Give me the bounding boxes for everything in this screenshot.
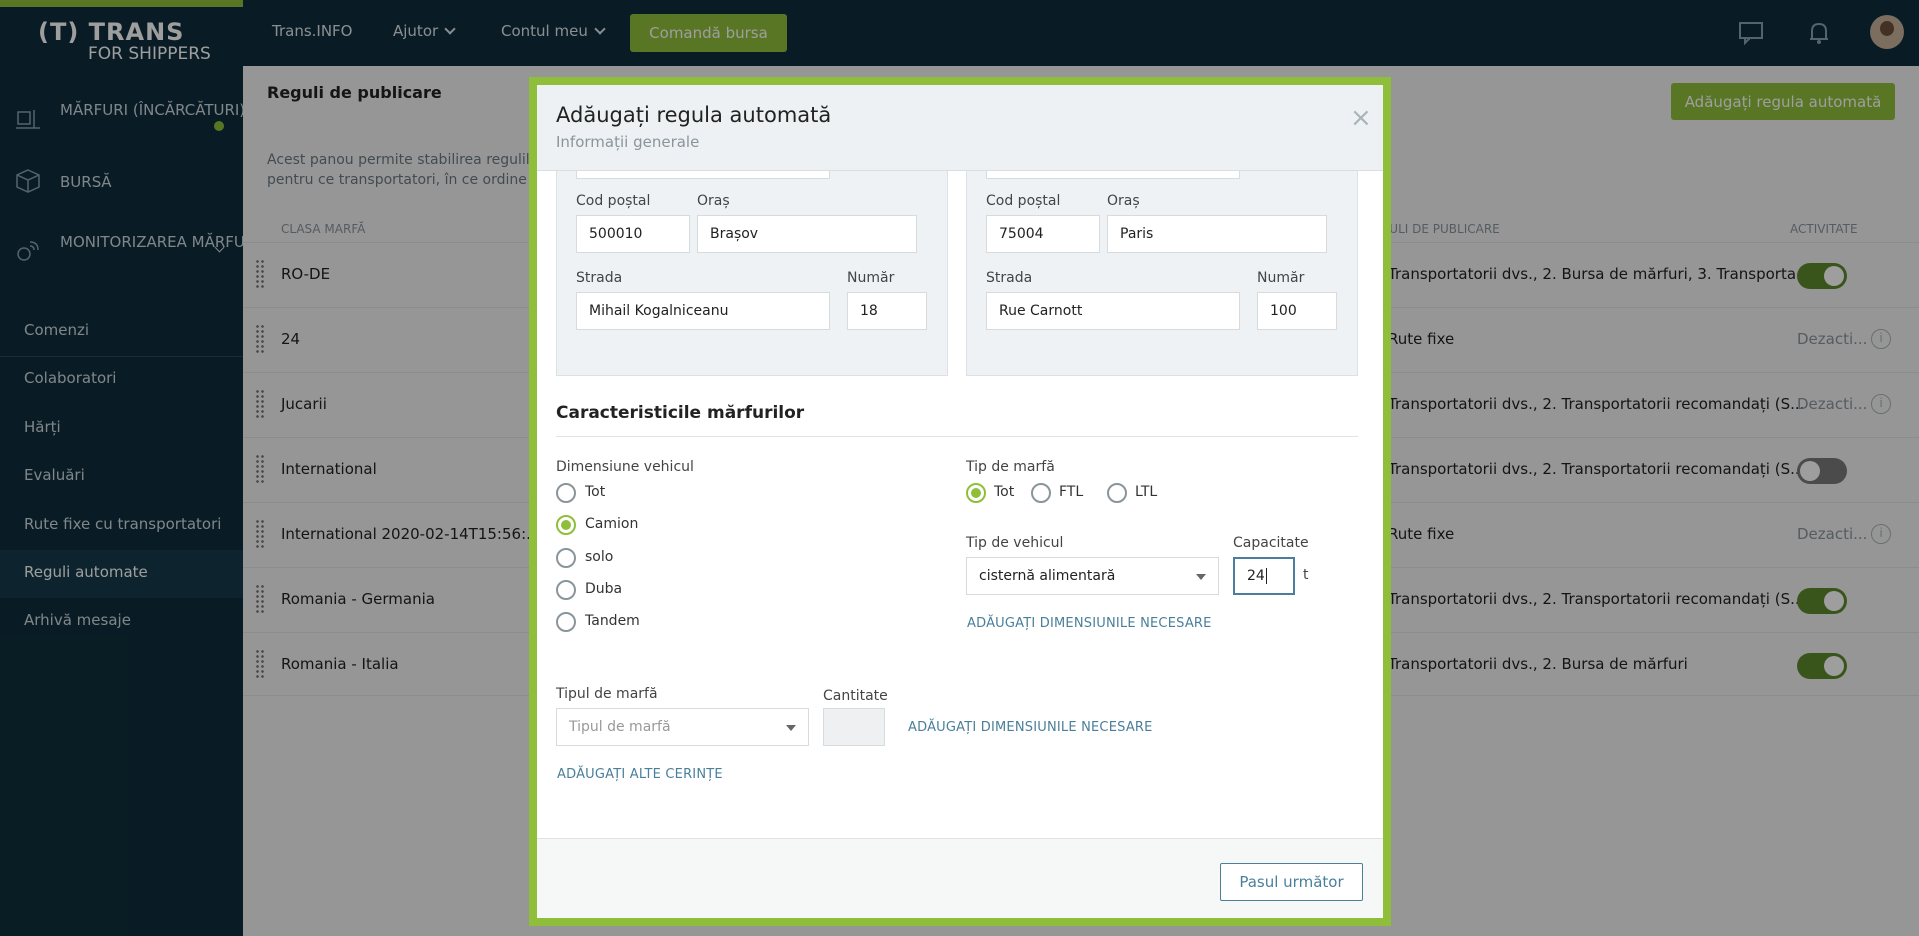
vehicle-type-value: cisternă alimentară — [979, 568, 1116, 584]
quantity-label: Cantitate — [823, 688, 888, 704]
radio-label: Tandem — [585, 613, 640, 629]
destination-street-input[interactable]: Rue Carnott — [986, 292, 1240, 330]
origin-city-input[interactable]: Brașov — [697, 215, 917, 253]
radio-button[interactable] — [1031, 483, 1051, 503]
capacity-value: 24 — [1247, 568, 1265, 584]
destination-postal-label: Cod poștal — [986, 193, 1061, 209]
close-icon[interactable]: × — [1350, 105, 1372, 131]
modal-footer: Pasul următor — [537, 838, 1383, 918]
capacity-unit: t — [1303, 567, 1309, 583]
modal-title: Adăugați regula automată — [556, 103, 832, 127]
goods-type-label: Tipul de marfă — [556, 686, 658, 702]
origin-number-input[interactable]: 18 — [847, 292, 927, 330]
radio-button-selected[interactable] — [556, 515, 576, 535]
destination-street-label: Strada — [986, 270, 1033, 286]
caret-down-icon — [786, 725, 796, 731]
radio-label: solo — [585, 549, 614, 565]
radio-button[interactable] — [556, 612, 576, 632]
radio-label: Camion — [585, 516, 639, 532]
modal-header: Adăugați regula automată Informații gene… — [537, 85, 1383, 171]
radio-label: FTL — [1059, 484, 1084, 500]
modal-body: Cod poștal Oraș 500010 Brașov Strada Num… — [537, 171, 1383, 838]
origin-street-input[interactable]: Mihail Kogalniceanu — [576, 292, 830, 330]
origin-street-label: Strada — [576, 270, 623, 286]
cargo-type-label: Tip de marfă — [966, 459, 1055, 475]
destination-number-input[interactable]: 100 — [1257, 292, 1337, 330]
add-rule-modal: Adăugați regula automată Informații gene… — [529, 77, 1391, 926]
destination-field-above[interactable] — [986, 171, 1240, 179]
destination-number-label: Număr — [1257, 270, 1305, 286]
radio-button[interactable] — [1107, 483, 1127, 503]
origin-address-box: Cod poștal Oraș 500010 Brașov Strada Num… — [556, 171, 948, 376]
vehicle-size-label: Dimensiune vehicul — [556, 459, 694, 475]
vehicle-type-select[interactable]: cisternă alimentară — [966, 557, 1219, 595]
modal-subtitle: Informații generale — [556, 133, 700, 151]
origin-number-label: Număr — [847, 270, 895, 286]
destination-address-box: Cod poștal Oraș 75004 Paris Strada Număr… — [966, 171, 1358, 376]
radio-button[interactable] — [556, 548, 576, 568]
section-divider — [556, 436, 1358, 437]
radio-button-selected[interactable] — [966, 483, 986, 503]
origin-field-above[interactable] — [576, 171, 830, 179]
capacity-label: Capacitate — [1233, 535, 1309, 551]
origin-city-label: Oraș — [697, 193, 730, 209]
destination-city-label: Oraș — [1107, 193, 1140, 209]
destination-city-input[interactable]: Paris — [1107, 215, 1327, 253]
add-dimensions-link[interactable]: ADĂUGAȚI DIMENSIUNILE NECESARE — [967, 616, 1212, 631]
origin-postal-label: Cod poștal — [576, 193, 651, 209]
goods-type-placeholder: Tipul de marfă — [569, 719, 671, 735]
add-requirements-link[interactable]: ADĂUGAȚI ALTE CERINȚE — [557, 767, 723, 782]
radio-label: Duba — [585, 581, 623, 597]
goods-type-select[interactable]: Tipul de marfă — [556, 708, 809, 746]
radio-label: Tot — [994, 484, 1015, 500]
radio-button[interactable] — [556, 483, 576, 503]
next-step-button[interactable]: Pasul următor — [1220, 863, 1363, 901]
text-cursor — [1265, 568, 1267, 584]
caret-down-icon — [1196, 574, 1206, 580]
capacity-input[interactable]: 24 — [1233, 557, 1295, 595]
section-title: Caracteristicile mărfurilor — [556, 403, 805, 423]
vehicle-type-label: Tip de vehicul — [966, 535, 1064, 551]
radio-button[interactable] — [556, 580, 576, 600]
origin-postal-input[interactable]: 500010 — [576, 215, 690, 253]
radio-label: Tot — [585, 484, 606, 500]
add-dimensions-link-2[interactable]: ADĂUGAȚI DIMENSIUNILE NECESARE — [908, 720, 1153, 735]
destination-postal-input[interactable]: 75004 — [986, 215, 1100, 253]
quantity-input[interactable] — [823, 708, 885, 746]
radio-label: LTL — [1135, 484, 1158, 500]
